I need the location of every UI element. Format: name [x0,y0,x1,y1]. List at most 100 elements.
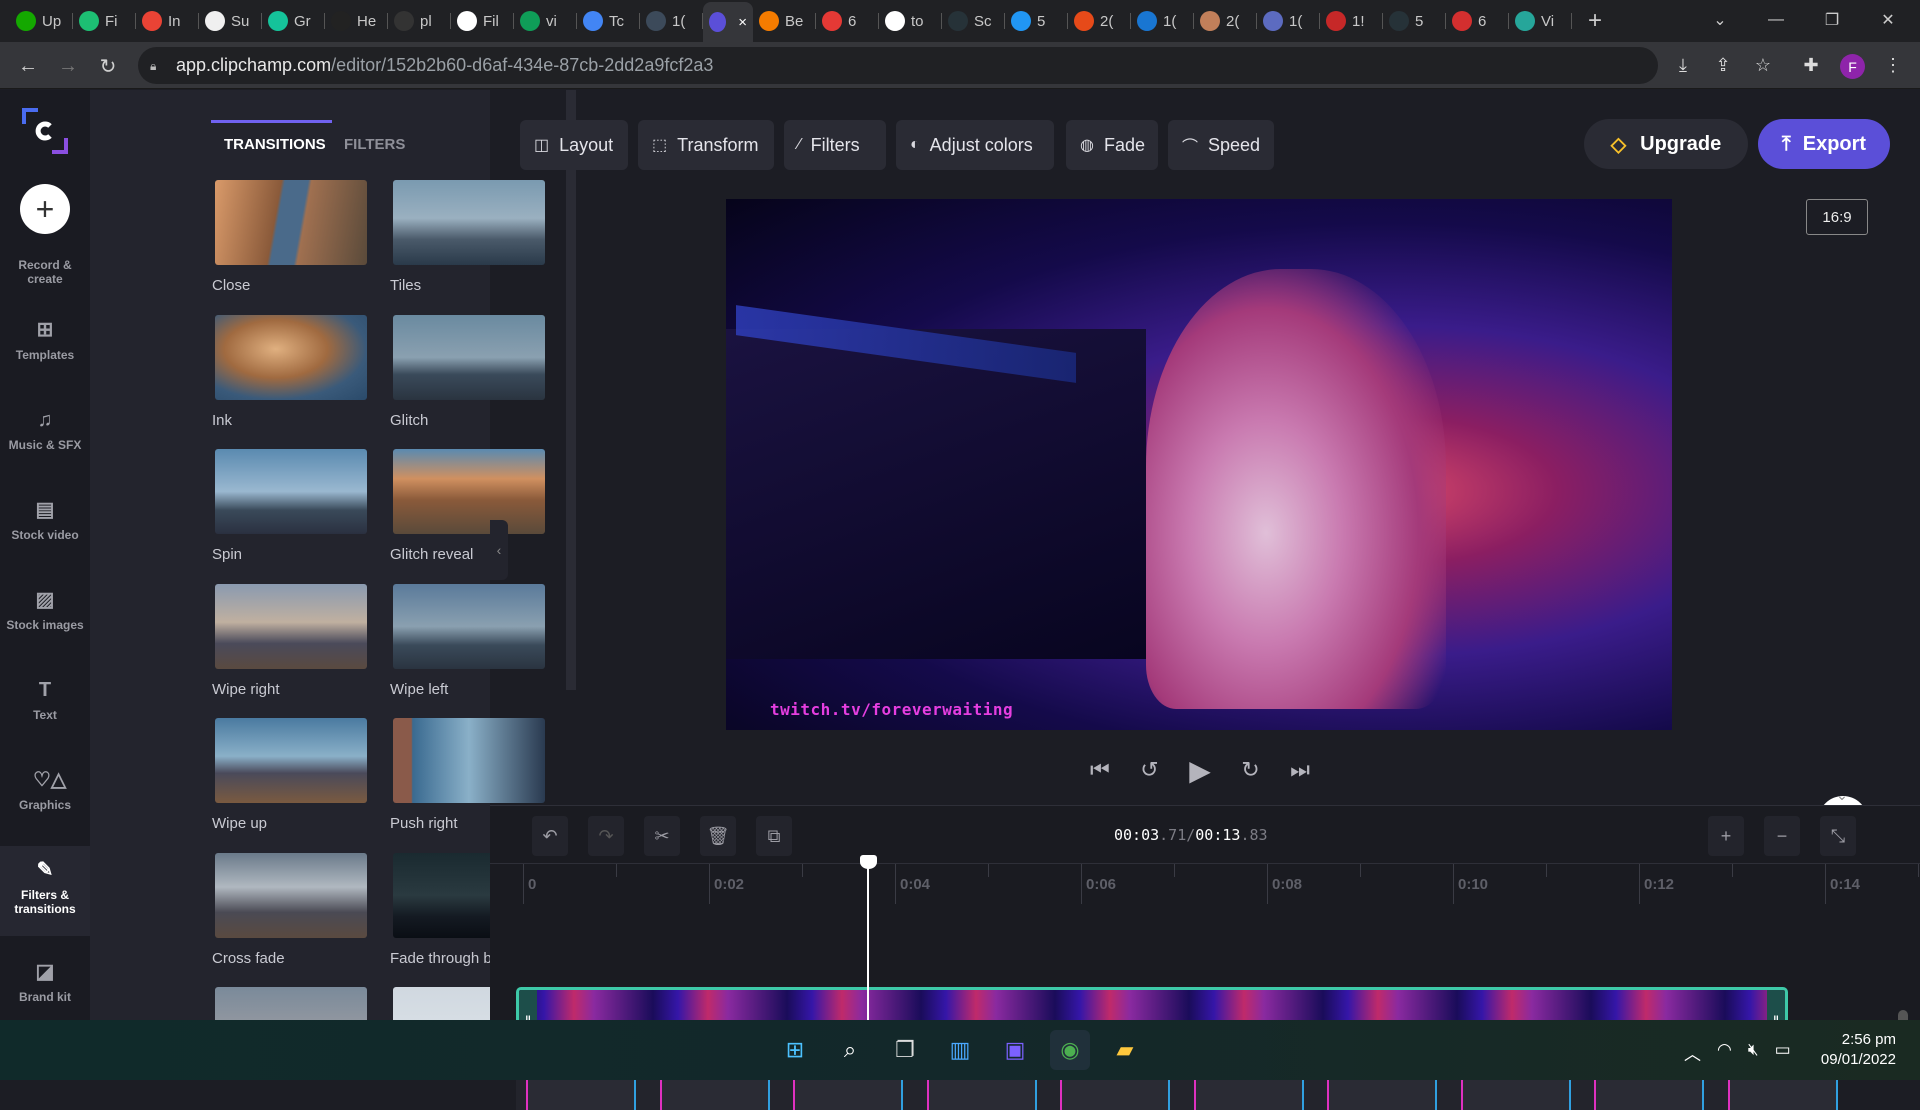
transition-thumbnail[interactable] [215,583,367,669]
transition-slot[interactable] [1327,1076,1437,1110]
transition-thumbnail[interactable] [215,180,367,265]
toolbar-fade-button[interactable]: ◍ Fade [1066,120,1158,170]
collapse-timeline-chevron-icon[interactable]: ⌄ [1812,787,1872,807]
rail-item-music-sfx[interactable]: ♫ Music & SFX [0,408,90,452]
widgets-icon[interactable]: ▥ [940,1030,980,1070]
duplicate-icon[interactable]: ⧉ [756,816,792,856]
transition-slot[interactable] [793,1076,903,1110]
transition-card[interactable]: Wipe up [212,718,367,832]
transition-card[interactable]: Close [212,180,367,294]
browser-tab[interactable]: pl [388,4,451,38]
browser-tab[interactable]: 1( [640,4,703,38]
browser-tab[interactable]: 6 [1446,4,1509,38]
transition-thumbnail[interactable] [393,449,545,534]
transition-card[interactable]: Wipe left [390,583,545,698]
delete-icon[interactable]: 🗑︎ [700,816,736,856]
browser-tab[interactable]: Sc [942,4,1005,38]
zoom-out-icon[interactable]: − [1764,816,1800,856]
browser-tab[interactable]: Be [753,4,816,38]
reload-icon[interactable]: ↻ [92,50,124,82]
profile-avatar[interactable]: F [1840,54,1865,79]
export-button[interactable]: ⤒ Export [1758,119,1890,169]
browser-tab[interactable]: He [325,4,388,38]
battery-charging-icon[interactable]: ▭ [1775,1040,1791,1065]
close-tab-icon[interactable]: × [738,14,747,31]
browser-tab[interactable]: 5 [1383,4,1446,38]
browser-tab[interactable]: vi [514,4,577,38]
transition-thumbnail[interactable] [393,314,545,400]
transition-slot[interactable] [526,1076,636,1110]
browser-tab[interactable]: Up [10,4,73,38]
browser-tab[interactable]: 1! [1320,4,1383,38]
skip-to-start-icon[interactable]: ⏮ [1090,757,1110,783]
playhead[interactable] [867,855,870,1020]
chrome-icon[interactable]: ◉ [1050,1030,1090,1070]
transition-thumbnail[interactable] [215,852,367,938]
transition-card[interactable]: Wipe right [212,583,367,698]
rail-item-filters-transitions[interactable]: ✎ Filters & transitions [0,846,90,936]
browser-tab[interactable]: Tc [577,4,640,38]
browser-tab[interactable]: Fi [73,4,136,38]
panel-scrollbar[interactable] [566,90,576,690]
browser-tab[interactable]: Gr [262,4,325,38]
zoom-in-icon[interactable]: + [1708,816,1744,856]
transition-slot[interactable] [659,1076,770,1110]
browser-tab[interactable]: 6 [816,4,879,38]
toolbar-speed-button[interactable]: ⌒ Speed [1168,120,1274,170]
rail-item-stock-video[interactable]: ▤ Stock video [0,498,90,542]
rail-item-stock-images[interactable]: ▨ Stock images [0,588,90,632]
extensions-icon[interactable]: ✚ [1798,52,1824,78]
muted-volume-icon[interactable]: 🔇︎ [1748,1040,1759,1065]
rail-item-brand-kit[interactable]: ◪ Brand kit [0,960,90,1004]
browser-tab[interactable]: Fil [451,4,514,38]
transition-thumbnail[interactable] [393,180,545,265]
tab-search-icon[interactable]: ⌄ [1692,0,1748,40]
video-preview[interactable]: twitch.tv/foreverwaiting [726,199,1672,730]
fit-timeline-icon[interactable]: ⤡ [1820,816,1856,856]
rail-item-text[interactable]: T Text [0,678,90,722]
transition-slot[interactable] [1460,1076,1571,1110]
browser-tab[interactable]: 2( [1068,4,1131,38]
transition-card[interactable]: Ink [212,314,367,429]
split-scissors-icon[interactable]: ✂ [644,816,680,856]
tab-filters[interactable]: FILTERS [344,136,405,153]
redo-icon[interactable]: ↷ [588,816,624,856]
browser-tab[interactable]: 2( [1194,4,1257,38]
timeline-ruler[interactable]: 0 0:02 0:04 0:06 0:08 0:10 0:12 0:14 [490,863,1920,904]
clock[interactable]: 2:56 pm 09/01/2022 [1800,1030,1896,1070]
toolbar-layout-button[interactable]: ◫ Layout [520,120,628,170]
transition-card[interactable]: Cross fade [212,852,367,967]
search-icon[interactable]: ⌕ [830,1030,870,1070]
record-create-button[interactable]: + [20,184,70,234]
transition-thumbnail[interactable] [393,583,545,669]
install-app-icon[interactable]: ⤓ [1670,52,1696,78]
file-explorer-icon[interactable]: ▰ [1105,1030,1145,1070]
tab-transitions[interactable]: TRANSITIONS [224,136,326,153]
toolbar-adjust-colors-button[interactable]: ◐ Adjust colors [896,120,1054,170]
forward-5s-icon[interactable]: ↻ [1241,757,1259,783]
back-icon[interactable]: ← [12,50,44,82]
task-view-icon[interactable]: ❐ [885,1030,925,1070]
undo-icon[interactable]: ↶ [532,816,568,856]
browser-tab[interactable]: to [879,4,942,38]
new-tab-button[interactable]: + [1580,7,1610,35]
forward-icon[interactable]: → [52,50,84,82]
transition-card[interactable]: Glitch [390,314,545,429]
clipchamp-logo[interactable] [22,108,68,154]
browser-tab[interactable]: Vi [1509,4,1572,38]
browser-tab[interactable]: 1( [1131,4,1194,38]
rewind-5s-icon[interactable]: ↺ [1140,757,1158,783]
toolbar-filters-button[interactable]: ⁄ Filters [784,120,886,170]
upgrade-button[interactable]: ◇ Upgrade [1584,119,1748,169]
share-icon[interactable]: ⇪ [1710,52,1736,78]
more-menu-icon[interactable]: ⋮ [1880,52,1906,78]
transition-slot[interactable] [1060,1076,1170,1110]
minimize-icon[interactable]: — [1748,0,1804,40]
collapse-panel-chevron-icon[interactable]: ‹ [490,520,508,580]
windows-start-icon[interactable]: ⊞ [775,1030,815,1070]
playhead-handle[interactable] [860,855,878,869]
transition-card[interactable]: Spin [212,449,367,563]
transition-thumbnail[interactable] [215,314,367,400]
rail-item-templates[interactable]: ⊞ Templates [0,318,90,362]
toolbar-transform-button[interactable]: ⬚ Transform [638,120,774,170]
